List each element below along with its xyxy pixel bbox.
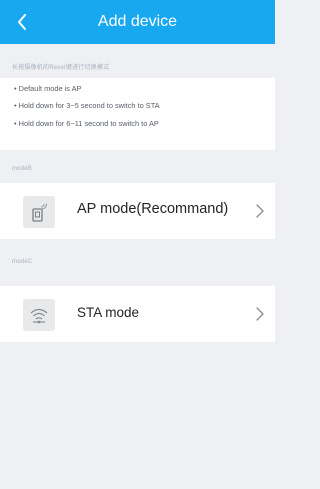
chevron-right-icon <box>256 204 264 218</box>
app-header: Add device <box>0 0 275 44</box>
mode-c-caption: modeC <box>12 259 33 265</box>
ap-mode-item[interactable]: AP mode(Recommand) <box>0 183 275 239</box>
info-line-ap: • Hold down for 6~11 second to switch to… <box>14 119 159 128</box>
reset-hint-caption: 长按摄像机的Reset键进行切换模式 <box>12 65 110 71</box>
mode-b-caption: modeB <box>12 166 33 172</box>
info-line-sta: • Hold down for 3~5 second to switch to … <box>14 101 160 110</box>
sta-mode-label: STA mode <box>77 305 140 320</box>
ap-mode-label: AP mode(Recommand) <box>77 201 229 217</box>
router-device-icon <box>23 196 55 228</box>
wifi-icon <box>23 299 55 331</box>
info-line-default: • Default mode is AP <box>14 84 82 93</box>
sta-mode-item[interactable]: STA mode <box>0 286 275 342</box>
mode-info-panel: • Default mode is AP • Hold down for 3~5… <box>0 78 275 150</box>
page-title: Add device <box>97 13 178 30</box>
chevron-right-icon <box>256 307 264 321</box>
